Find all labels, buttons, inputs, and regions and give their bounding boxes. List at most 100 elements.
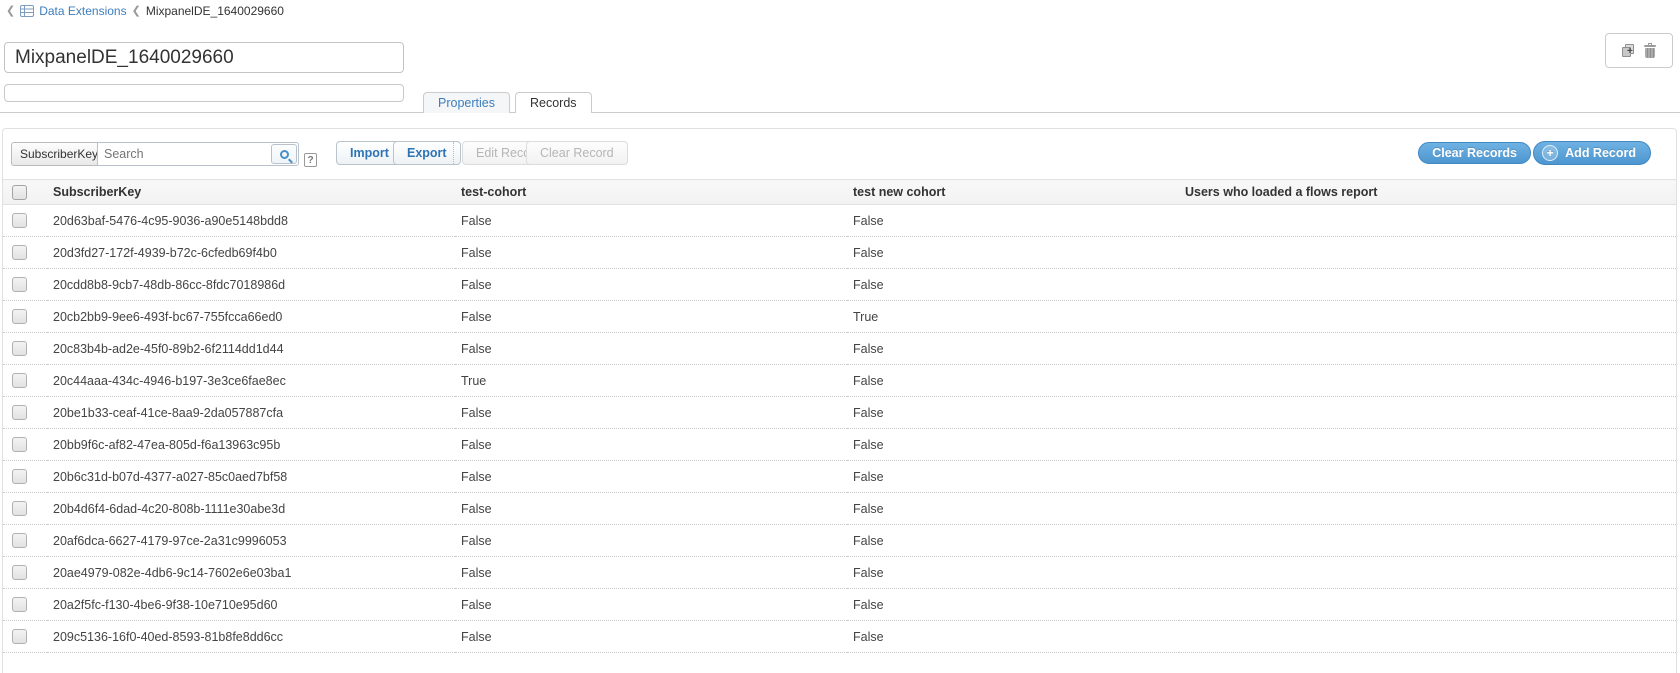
records-toolbar: SubscriberKey ? Import Export Edit Recor…: [3, 129, 1676, 179]
breadcrumb-separator-icon: ❮: [132, 4, 141, 18]
search-field-dropdown-label: SubscriberKey: [20, 147, 98, 161]
users-flows-report-cell: [1179, 429, 1676, 461]
users-flows-report-cell: [1179, 525, 1676, 557]
test-new-cohort-cell: False: [847, 429, 1179, 461]
row-checkbox[interactable]: [12, 469, 27, 484]
test-new-cohort-cell: False: [847, 397, 1179, 429]
column-header-subscriberkey[interactable]: SubscriberKey: [47, 180, 455, 205]
subscriber-key-cell: 20c83b4b-ad2e-45f0-89b2-6f2114dd1d44: [47, 333, 455, 365]
test-cohort-cell: False: [455, 461, 847, 493]
table-row[interactable]: 20cb2bb9-9ee6-493f-bc67-755fcca66ed0Fals…: [3, 301, 1676, 333]
users-flows-report-cell: [1179, 557, 1676, 589]
table-row[interactable]: 20b6c31d-b07d-4377-a027-85c0aed7bf58Fals…: [3, 461, 1676, 493]
subscriber-key-cell: 20be1b33-ceaf-41ce-8aa9-2da057887cfa: [47, 397, 455, 429]
test-new-cohort-cell: False: [847, 365, 1179, 397]
export-button[interactable]: Export: [393, 141, 461, 165]
tab-properties[interactable]: Properties: [423, 92, 510, 113]
table-row[interactable]: 20be1b33-ceaf-41ce-8aa9-2da057887cfaFals…: [3, 397, 1676, 429]
search-input[interactable]: [98, 147, 271, 161]
subscriber-key-cell: 20d3fd27-172f-4939-b72c-6cfedb69f4b0: [47, 237, 455, 269]
users-flows-report-cell: [1179, 205, 1676, 237]
row-checkbox[interactable]: [12, 565, 27, 580]
breadcrumb-data-extensions-link[interactable]: Data Extensions: [39, 4, 126, 18]
tab-records[interactable]: Records: [515, 92, 592, 113]
row-checkbox[interactable]: [12, 277, 27, 292]
test-new-cohort-cell: False: [847, 205, 1179, 237]
users-flows-report-cell: [1179, 365, 1676, 397]
subscriber-key-cell: 20c44aaa-434c-4946-b197-3e3ce6fae8ec: [47, 365, 455, 397]
test-cohort-cell: True: [455, 365, 847, 397]
row-checkbox[interactable]: [12, 597, 27, 612]
de-description-input[interactable]: [4, 84, 404, 102]
row-checkbox[interactable]: [12, 341, 27, 356]
subscriber-key-cell: 20b6c31d-b07d-4377-a027-85c0aed7bf58: [47, 461, 455, 493]
test-cohort-cell: False: [455, 333, 847, 365]
table-row[interactable]: 20a2f5fc-f130-4be6-9f38-10e710e95d60Fals…: [3, 589, 1676, 621]
test-cohort-cell: False: [455, 301, 847, 333]
subscriber-key-cell: 20ae4979-082e-4db6-9c14-7602e6e03ba1: [47, 557, 455, 589]
table-header-row: SubscriberKey test-cohort test new cohor…: [3, 180, 1676, 205]
test-cohort-cell: False: [455, 237, 847, 269]
row-checkbox[interactable]: [12, 501, 27, 516]
table-row[interactable]: 20bb9f6c-af82-47ea-805d-f6a13963c95bFals…: [3, 429, 1676, 461]
subscriber-key-cell: 20a2f5fc-f130-4be6-9f38-10e710e95d60: [47, 589, 455, 621]
users-flows-report-cell: [1179, 493, 1676, 525]
test-new-cohort-cell: False: [847, 237, 1179, 269]
table-row[interactable]: 20ae4979-082e-4db6-9c14-7602e6e03ba1 Fals…: [3, 557, 1676, 589]
tabstrip-divider: [0, 112, 1680, 113]
test-new-cohort-cell: False: [847, 525, 1179, 557]
row-checkbox[interactable]: [12, 405, 27, 420]
test-new-cohort-cell: False: [847, 557, 1179, 589]
test-cohort-cell: False: [455, 525, 847, 557]
select-all-checkbox[interactable]: [12, 185, 27, 200]
records-panel: SubscriberKey ? Import Export Edit Recor…: [2, 128, 1677, 673]
clear-record-button[interactable]: Clear Record: [526, 141, 628, 165]
row-checkbox[interactable]: [12, 309, 27, 324]
de-name-input[interactable]: [4, 42, 404, 73]
breadcrumb: ❮ Data Extensions ❮ MixpanelDE_164002966…: [6, 3, 284, 19]
subscriber-key-cell: 20cdd8b8-9cb7-48db-86cc-8fdc7018986d: [47, 269, 455, 301]
row-checkbox[interactable]: [12, 533, 27, 548]
row-checkbox[interactable]: [12, 245, 27, 260]
table-row[interactable]: 20c83b4b-ad2e-45f0-89b2-6f2114dd1d44Fals…: [3, 333, 1676, 365]
test-cohort-cell: False: [455, 493, 847, 525]
table-row[interactable]: 20d3fd27-172f-4939-b72c-6cfedb69f4b0Fals…: [3, 237, 1676, 269]
users-flows-report-cell: [1179, 237, 1676, 269]
column-header-test-cohort[interactable]: test-cohort: [455, 180, 847, 205]
records-table: SubscriberKey test-cohort test new cohor…: [3, 179, 1676, 653]
test-cohort-cell: False: [455, 589, 847, 621]
subscriber-key-cell: 209c5136-16f0-40ed-8593-81b8fe8dd6cc: [47, 621, 455, 653]
subscriber-key-cell: 20af6dca-6627-4179-97ce-2a31c9996053: [47, 525, 455, 557]
copy-icon[interactable]: +: [1622, 44, 1635, 57]
row-checkbox[interactable]: [12, 629, 27, 644]
search-icon: [280, 150, 289, 159]
users-flows-report-cell: [1179, 301, 1676, 333]
row-checkbox[interactable]: [12, 437, 27, 452]
table-row[interactable]: 20cdd8b8-9cb7-48db-86cc-8fdc7018986d Fals…: [3, 269, 1676, 301]
column-header-users-flows-report[interactable]: Users who loaded a flows report: [1179, 180, 1676, 205]
test-new-cohort-cell: False: [847, 269, 1179, 301]
clear-records-button[interactable]: Clear Records: [1418, 142, 1531, 164]
test-new-cohort-cell: False: [847, 621, 1179, 653]
table-row[interactable]: 20af6dca-6627-4179-97ce-2a31c9996053Fals…: [3, 525, 1676, 557]
row-checkbox[interactable]: [12, 213, 27, 228]
users-flows-report-cell: [1179, 621, 1676, 653]
table-row[interactable]: 20d63baf-5476-4c95-9036-a90e5148bdd8 Fals…: [3, 205, 1676, 237]
help-icon[interactable]: ?: [304, 153, 317, 167]
column-header-test-new-cohort[interactable]: test new cohort: [847, 180, 1179, 205]
table-row[interactable]: 20b4d6f4-6dad-4c20-808b-1111e30abe3dFals…: [3, 493, 1676, 525]
test-cohort-cell: False: [455, 397, 847, 429]
subscriber-key-cell: 20d63baf-5476-4c95-9036-a90e5148bdd8: [47, 205, 455, 237]
table-row[interactable]: 20c44aaa-434c-4946-b197-3e3ce6fae8ecTrue…: [3, 365, 1676, 397]
users-flows-report-cell: [1179, 333, 1676, 365]
trash-icon[interactable]: [1644, 44, 1656, 58]
back-chevron-icon[interactable]: ❮: [6, 4, 15, 18]
subscriber-key-cell: 20cb2bb9-9ee6-493f-bc67-755fcca66ed0: [47, 301, 455, 333]
breadcrumb-current: MixpanelDE_1640029660: [146, 4, 284, 18]
table-row[interactable]: 209c5136-16f0-40ed-8593-81b8fe8dd6cc Fals…: [3, 621, 1676, 653]
search-button[interactable]: [271, 144, 297, 164]
plus-icon: +: [1542, 145, 1558, 161]
add-record-button[interactable]: + Add Record: [1533, 141, 1651, 165]
row-checkbox[interactable]: [12, 373, 27, 388]
users-flows-report-cell: [1179, 269, 1676, 301]
